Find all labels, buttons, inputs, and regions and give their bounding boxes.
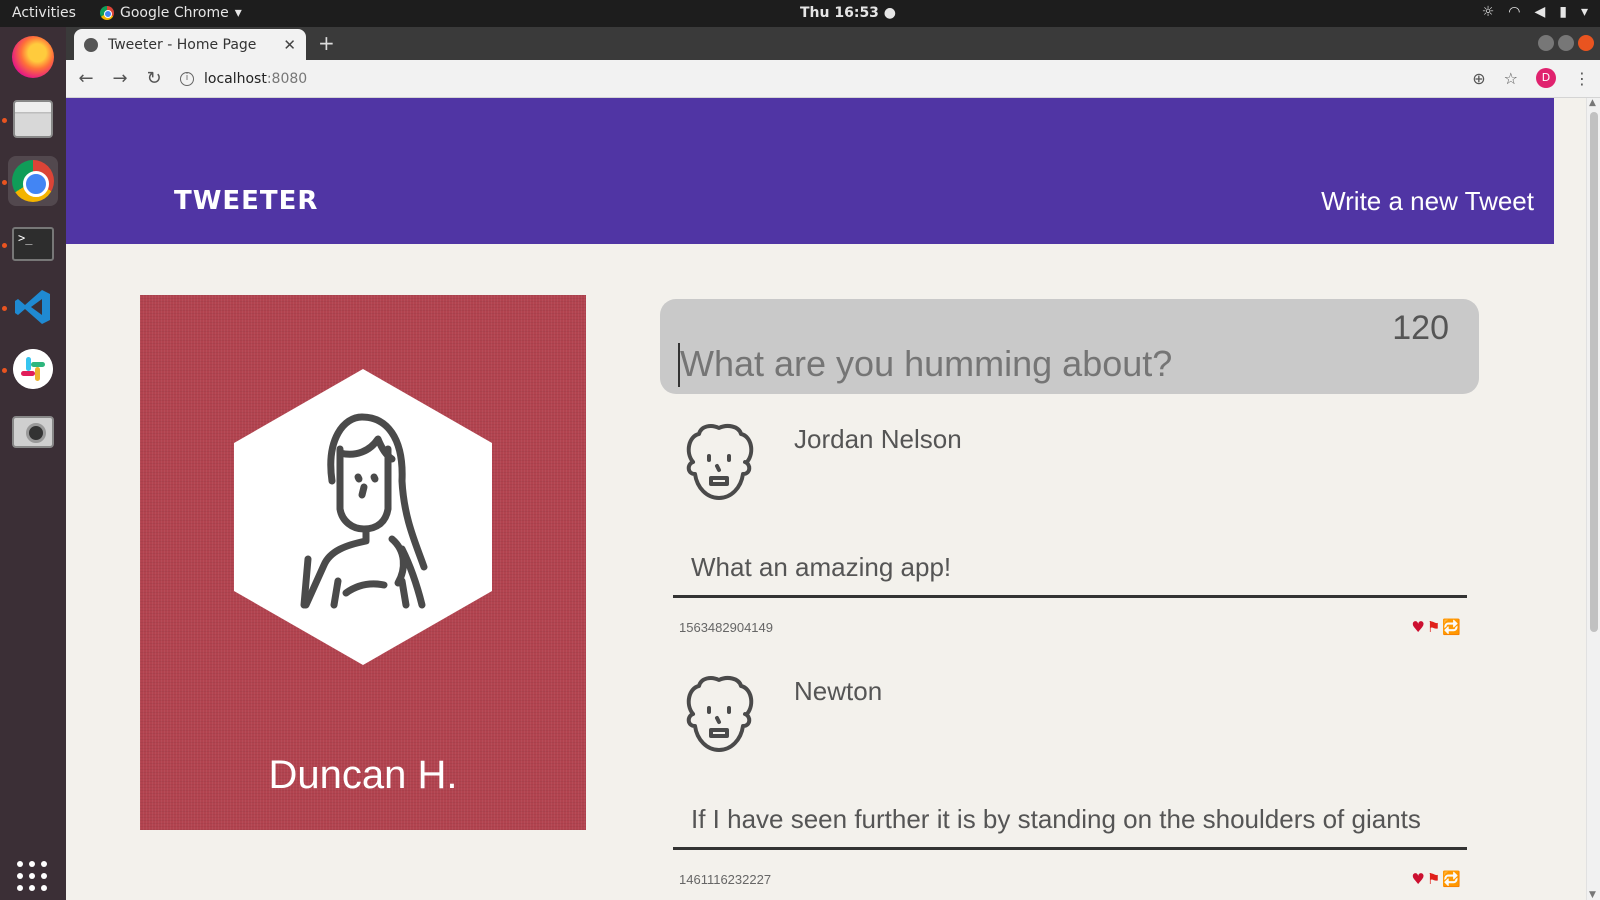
dock-camera[interactable] [8, 407, 58, 457]
new-tab-button[interactable]: + [318, 31, 335, 55]
os-top-bar: Activities Google Chrome ▾ Thu 16:53 ● ☼… [0, 0, 1600, 27]
scroll-down-icon[interactable]: ▼ [1589, 890, 1596, 900]
tab-tweeter-home[interactable]: Tweeter - Home Page ✕ [74, 29, 306, 60]
forward-button[interactable]: → [106, 68, 134, 89]
scroll-up-icon[interactable]: ▲ [1589, 98, 1596, 108]
close-icon[interactable]: ✕ [283, 36, 296, 54]
tweet-actions: ♥ ⚑ 🔁 [1411, 618, 1461, 636]
new-tweet-form: 120 [660, 299, 1479, 394]
scrollbar-thumb[interactable] [1590, 112, 1598, 632]
chrome-icon [100, 6, 114, 20]
window-controls [1538, 35, 1594, 51]
back-button[interactable]: ← [72, 68, 100, 89]
battery-icon[interactable]: ▮ [1559, 4, 1567, 20]
tweet-timestamp: 1563482904149 [679, 620, 773, 635]
user-avatar [234, 369, 492, 665]
running-indicator [2, 243, 7, 248]
dock-vscode[interactable] [8, 282, 58, 332]
tweet-timestamp: 1461116232227 [679, 872, 772, 887]
running-indicator [2, 180, 7, 185]
wifi-icon[interactable]: ◠ [1508, 4, 1520, 20]
author-avatar [686, 676, 754, 752]
camera-icon [12, 416, 54, 448]
browser-window: Tweeter - Home Page ✕ + ← → ↻ i localhos… [66, 27, 1600, 900]
reload-button[interactable]: ↻ [140, 68, 168, 89]
app-menu-label: Google Chrome [120, 5, 229, 21]
retweet-icon[interactable]: 🔁 [1442, 618, 1461, 636]
running-indicator [2, 306, 7, 311]
dock: >_ [0, 27, 66, 900]
tweet-actions: ♥ ⚑ 🔁 [1411, 870, 1461, 888]
show-applications-button[interactable] [17, 861, 49, 893]
heart-icon[interactable]: ♥ [1411, 618, 1424, 636]
browser-toolbar: ← → ↻ i localhost:8080 ⊕ ☆ D ⋮ [66, 60, 1600, 98]
vscode-icon [15, 290, 50, 324]
tweet-divider [673, 595, 1467, 598]
author-avatar [686, 424, 754, 500]
flag-icon[interactable]: ⚑ [1427, 618, 1440, 636]
tab-title: Tweeter - Home Page [108, 36, 257, 53]
profile-avatar[interactable]: D [1536, 68, 1556, 88]
url-host: localhost [204, 70, 267, 87]
minimize-button[interactable] [1538, 35, 1554, 51]
dock-firefox[interactable] [8, 32, 58, 82]
tweet-author: Newton [794, 676, 883, 706]
menu-dots-icon[interactable]: ⋮ [1574, 69, 1590, 88]
retweet-icon[interactable]: 🔁 [1442, 870, 1461, 888]
address-bar[interactable]: i localhost:8080 [180, 71, 307, 87]
dock-terminal[interactable]: >_ [8, 219, 58, 269]
tweet-author: Jordan Nelson [794, 424, 962, 454]
zoom-icon[interactable]: ⊕ [1472, 69, 1485, 88]
firefox-icon [12, 36, 54, 78]
volume-icon[interactable]: ◀ [1534, 4, 1545, 20]
globe-icon [84, 37, 98, 52]
toolbar-actions: ⊕ ☆ D ⋮ [1472, 68, 1590, 88]
tweet-content: If I have seen further it is by standing… [691, 804, 1421, 834]
maximize-button[interactable] [1558, 35, 1574, 51]
dock-files[interactable] [8, 94, 58, 144]
tweet-divider [673, 847, 1467, 850]
files-icon [13, 100, 53, 138]
bookmark-star-icon[interactable]: ☆ [1504, 69, 1518, 88]
page-viewport: TWEETER Write a new Tweet Duncan H. 120 … [66, 98, 1600, 900]
chrome-icon [12, 160, 54, 202]
running-indicator [2, 118, 7, 123]
weather-icon[interactable]: ☼ [1482, 4, 1495, 20]
tweet-content: What an amazing app! [691, 552, 952, 582]
page-scrollbar[interactable]: ▲ ▼ [1586, 98, 1600, 900]
system-tray[interactable]: ☼ ◠ ◀ ▮ ▾ [1482, 4, 1588, 20]
terminal-icon: >_ [12, 227, 54, 261]
site-brand[interactable]: TWEETER [174, 186, 318, 216]
app-menu[interactable]: Google Chrome ▾ [100, 5, 242, 21]
profile-card: Duncan H. [140, 295, 586, 830]
chevron-down-icon: ▾ [234, 5, 242, 21]
heart-icon[interactable]: ♥ [1411, 870, 1424, 888]
tab-strip: Tweeter - Home Page ✕ + [66, 27, 1600, 60]
slack-icon [13, 349, 53, 389]
running-indicator [2, 368, 7, 373]
dock-slack[interactable] [8, 344, 58, 394]
clock[interactable]: Thu 16:53 ● [800, 5, 896, 21]
tweet-input[interactable] [678, 343, 1438, 387]
close-window-button[interactable] [1578, 35, 1594, 51]
dock-chrome[interactable] [8, 156, 58, 206]
flag-icon[interactable]: ⚑ [1427, 870, 1440, 888]
chevron-down-icon[interactable]: ▾ [1581, 4, 1588, 20]
info-icon[interactable]: i [180, 71, 194, 86]
write-tweet-link[interactable]: Write a new Tweet [1321, 186, 1534, 217]
site-nav: TWEETER Write a new Tweet [66, 98, 1554, 244]
profile-name: Duncan H. [268, 753, 458, 797]
activities-button[interactable]: Activities [12, 5, 76, 21]
url-port: :8080 [266, 70, 308, 87]
